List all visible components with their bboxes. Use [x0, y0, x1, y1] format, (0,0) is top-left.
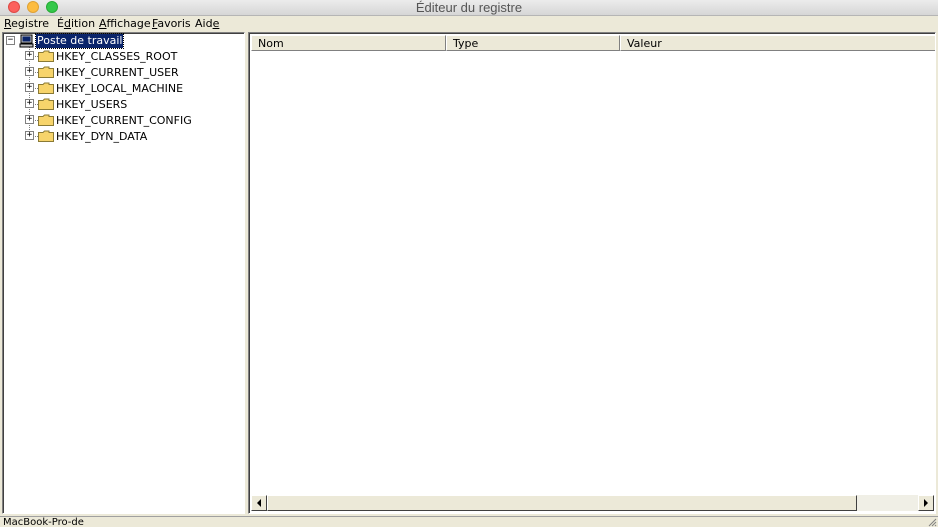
column-header-type[interactable]: Type	[446, 35, 620, 51]
expand-current-user-expander[interactable]: +	[25, 67, 34, 76]
expand-users-expander[interactable]: +	[25, 99, 34, 108]
scroll-left-button[interactable]	[251, 495, 267, 511]
folder-icon	[38, 130, 54, 142]
values-list[interactable]: Nom Type Valeur	[248, 32, 936, 514]
folder-icon	[38, 114, 54, 126]
column-header-nom[interactable]: Nom	[251, 35, 446, 51]
tree-item-hkey-current-user[interactable]: HKEY_CURRENT_USER	[56, 66, 179, 80]
expand-current-config-expander[interactable]: +	[25, 115, 34, 124]
menu-bar: Registre Édition Affichage Favoris Aide	[0, 16, 938, 32]
menu-affichage[interactable]: Affichage	[99, 17, 151, 31]
tree-view[interactable]: − Poste de travail + HKEY_CLASSES_ROOT +…	[2, 32, 245, 514]
tree-item-hkey-local-machine[interactable]: HKEY_LOCAL_MACHINE	[56, 82, 183, 96]
tree-item-poste-de-travail[interactable]: Poste de travail	[34, 33, 125, 49]
horizontal-scrollbar[interactable]	[251, 495, 934, 511]
folder-icon	[38, 66, 54, 78]
tree-item-hkey-current-config[interactable]: HKEY_CURRENT_CONFIG	[56, 114, 192, 128]
expand-dyn-data-expander[interactable]: +	[25, 131, 34, 140]
menu-favoris[interactable]: Favoris	[152, 17, 191, 31]
window-title: Éditeur du registre	[415, 0, 523, 15]
computer-icon	[19, 34, 34, 48]
expand-local-machine-expander[interactable]: +	[25, 83, 34, 92]
title-bar: Éditeur du registre	[0, 0, 938, 16]
menu-edition[interactable]: Édition	[57, 17, 95, 31]
collapse-root-expander[interactable]: −	[6, 36, 15, 45]
tree-connector	[29, 47, 30, 138]
menu-aide[interactable]: Aide	[195, 17, 219, 31]
expand-classes-root-expander[interactable]: +	[25, 51, 34, 60]
menu-registre[interactable]: Registre	[4, 17, 49, 31]
folder-icon	[38, 50, 54, 62]
arrow-right-icon	[924, 499, 928, 507]
tree-item-hkey-classes-root[interactable]: HKEY_CLASSES_ROOT	[56, 50, 177, 64]
arrow-left-icon	[257, 499, 261, 507]
status-bar: MacBook-Pro-de	[0, 516, 938, 527]
tree-item-hkey-dyn-data[interactable]: HKEY_DYN_DATA	[56, 130, 147, 144]
folder-icon	[38, 98, 54, 110]
resize-grip-icon[interactable]	[927, 517, 937, 527]
status-text: MacBook-Pro-de	[3, 517, 84, 527]
folder-icon	[38, 82, 54, 94]
column-header-valeur[interactable]: Valeur	[620, 35, 935, 51]
scroll-right-button[interactable]	[918, 495, 934, 511]
scroll-thumb[interactable]	[267, 495, 857, 511]
tree-item-hkey-users[interactable]: HKEY_USERS	[56, 98, 127, 112]
